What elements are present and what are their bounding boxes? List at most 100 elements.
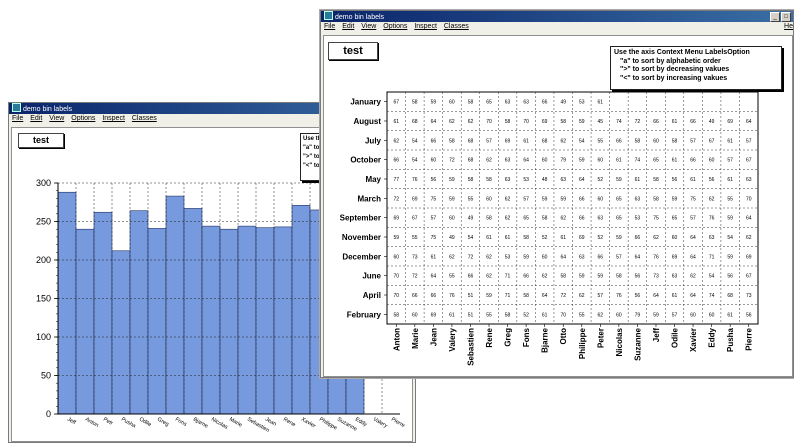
cell-value: 61 — [505, 235, 511, 241]
cell-value: 70 — [746, 196, 752, 202]
histogram-bar — [291, 205, 311, 415]
column-label: Pusha — [726, 327, 735, 352]
front-canvas[interactable]: test Use the axis Context Menu LabelsOpt… — [323, 35, 793, 377]
histogram-bar — [183, 208, 203, 415]
cell-value: 79 — [635, 312, 641, 318]
cell-value: 58 — [560, 119, 566, 125]
cell-value: 59 — [653, 312, 659, 318]
cell-value: 69 — [746, 254, 752, 260]
cell-value: 64 — [560, 254, 566, 260]
cell-value: 61 — [727, 177, 733, 183]
column-label: Xavier — [689, 328, 698, 352]
cell-value: 55 — [449, 274, 455, 280]
menu-options[interactable]: Options — [383, 23, 407, 30]
menu-options[interactable]: Options — [71, 115, 95, 122]
maximize-icon[interactable]: □ — [781, 12, 791, 22]
cell-value: 49 — [468, 216, 474, 222]
cell-value: 63 — [579, 254, 585, 260]
cell-value: 62 — [560, 216, 566, 222]
cell-value: 63 — [635, 196, 641, 202]
cell-value: 73 — [653, 274, 659, 280]
cell-value: 69 — [579, 235, 585, 241]
cell-value: 72 — [412, 274, 418, 280]
cell-value: 66 — [616, 138, 622, 144]
cell-value: 64 — [579, 177, 585, 183]
cell-value: 76 — [412, 177, 418, 183]
column-label: Nicolas — [615, 327, 624, 356]
menu-file[interactable]: File — [324, 23, 335, 30]
cell-value: 69 — [393, 216, 399, 222]
cell-value: 65 — [486, 100, 492, 106]
cell-value: 66 — [393, 158, 399, 164]
cell-value: 70 — [523, 119, 529, 125]
cell-value: 64 — [523, 158, 529, 164]
column-label: Greg — [504, 328, 513, 347]
cell-value: 62 — [542, 274, 548, 280]
y-tick-label: 200 — [36, 255, 51, 265]
cell-value: 59 — [523, 254, 529, 260]
cell-value: 71 — [709, 254, 715, 260]
cell-value: 59 — [431, 100, 437, 106]
x-tick-label: Bjarne — [192, 417, 209, 430]
cell-value: 56 — [635, 274, 641, 280]
cell-value: 76 — [709, 216, 715, 222]
histogram-bar — [255, 227, 275, 415]
cell-value: 63 — [505, 100, 511, 106]
column-label: Bjarne — [541, 327, 550, 352]
menu-help[interactable]: He — [784, 22, 793, 32]
cell-value: 52 — [598, 177, 604, 183]
cell-value: 72 — [635, 119, 641, 125]
histogram-bar — [201, 225, 221, 415]
x-tick-label: Pusha — [120, 417, 137, 430]
cell-value: 75 — [431, 235, 437, 241]
row-label: December — [342, 252, 381, 261]
cell-value: 58 — [486, 216, 492, 222]
cell-value: 60 — [449, 216, 455, 222]
cell-value: 57 — [672, 312, 678, 318]
column-label: Peter — [596, 328, 605, 348]
cell-value: 59 — [579, 119, 585, 125]
menu-file[interactable]: File — [12, 115, 23, 122]
menu-edit[interactable]: Edit — [342, 23, 354, 30]
cell-value: 60 — [690, 312, 696, 318]
cell-value: 70 — [393, 274, 399, 280]
x-tick-label: Greg — [156, 417, 170, 428]
cell-value: 61 — [672, 119, 678, 125]
row-label: July — [365, 136, 382, 145]
cell-value: 58 — [672, 138, 678, 144]
cell-value: 65 — [672, 216, 678, 222]
cell-value: 58 — [653, 177, 659, 183]
cell-value: 59 — [579, 274, 585, 280]
menu-classes[interactable]: Classes — [132, 115, 157, 122]
cell-value: 55 — [412, 235, 418, 241]
cell-value: 59 — [616, 177, 622, 183]
cell-value: 68 — [468, 138, 474, 144]
row-label: June — [362, 272, 381, 281]
minimize-icon[interactable]: _ — [770, 12, 780, 22]
menu-edit[interactable]: Edit — [30, 115, 42, 122]
x-tick-label: Xavier — [300, 417, 317, 430]
cell-value: 58 — [523, 235, 529, 241]
menu-view[interactable]: View — [361, 23, 376, 30]
cell-value: 74 — [709, 293, 715, 299]
cell-value: 76 — [616, 293, 622, 299]
cell-value: 60 — [616, 312, 622, 318]
row-label: August — [353, 117, 381, 126]
menu-view[interactable]: View — [49, 115, 64, 122]
front-window-titlebar[interactable]: demo bin labels _ □ — [321, 11, 793, 22]
cell-value: 56 — [727, 274, 733, 280]
cell-value: 60 — [598, 196, 604, 202]
menu-inspect[interactable]: Inspect — [414, 23, 437, 30]
cell-value: 71 — [505, 274, 511, 280]
row-label: January — [350, 98, 381, 107]
cell-value: 57 — [486, 138, 492, 144]
cell-value: 76 — [449, 293, 455, 299]
cell-value: 55 — [468, 196, 474, 202]
menu-inspect[interactable]: Inspect — [102, 115, 125, 122]
cell-value: 60 — [653, 138, 659, 144]
cell-value: 63 — [505, 158, 511, 164]
row-label: April — [363, 291, 381, 300]
menu-classes[interactable]: Classes — [444, 23, 469, 30]
x-tick-label: Odile — [138, 417, 152, 429]
histogram-bar — [147, 228, 167, 415]
